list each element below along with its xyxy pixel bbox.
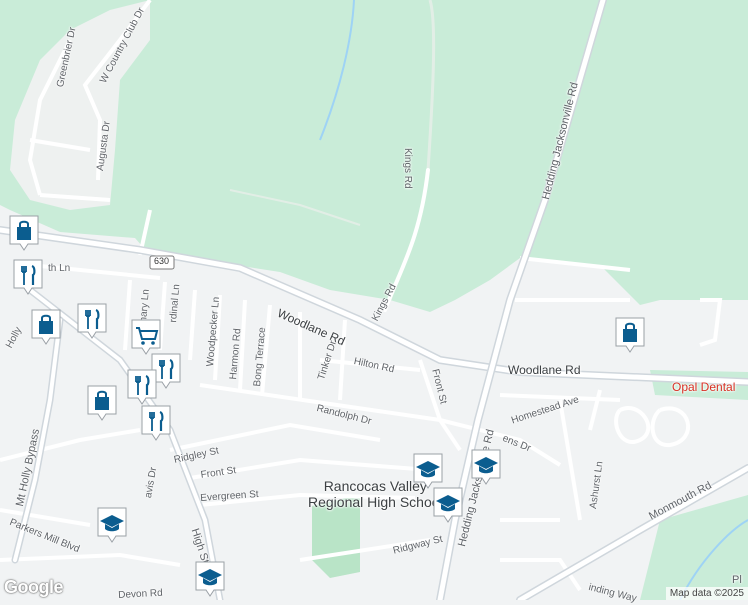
school-name-line-2: Regional High School: [308, 494, 443, 510]
opal-dental-label[interactable]: Opal Dental: [672, 380, 735, 394]
road-label-devon-rd: Devon Rd: [118, 587, 163, 601]
shopping-marker[interactable]: [614, 316, 646, 356]
restaurant-icon: [77, 303, 107, 339]
shopping-marker[interactable]: [86, 384, 118, 424]
shopping-bag-icon: [615, 317, 645, 353]
road-label-woodlane-rd-2: Woodlane Rd: [508, 363, 581, 377]
shopping-cart-icon: [131, 319, 161, 355]
restaurant-icon: [141, 405, 171, 441]
school-icon: [433, 487, 463, 523]
restaurant-marker[interactable]: [12, 258, 44, 298]
school-marker[interactable]: [96, 506, 128, 546]
shopping-bag-icon: [31, 309, 61, 345]
shopping-bag-icon: [9, 215, 39, 251]
road-label-kings-rd-1: Kings Rd: [402, 148, 413, 189]
school-marker[interactable]: [194, 560, 226, 600]
google-logo[interactable]: Google: [4, 577, 64, 598]
grocery-marker[interactable]: [130, 318, 162, 358]
shopping-marker[interactable]: [8, 214, 40, 254]
school-icon: [471, 449, 501, 485]
restaurant-marker[interactable]: [140, 404, 172, 444]
restaurant-icon: [13, 259, 43, 295]
shopping-marker[interactable]: [30, 308, 62, 348]
restaurant-marker[interactable]: [76, 302, 108, 342]
school-icon: [195, 561, 225, 597]
school-marker[interactable]: [432, 486, 464, 526]
road-label-th-ln: th Ln: [48, 263, 71, 274]
school-marker[interactable]: [470, 448, 502, 488]
shopping-bag-icon: [87, 385, 117, 421]
school-icon: [97, 507, 127, 543]
route-shield-label: 630: [154, 256, 170, 266]
restaurant-marker[interactable]: [126, 368, 158, 408]
partial-place-label: Pl: [732, 574, 742, 586]
restaurant-icon: [127, 369, 157, 405]
map-attribution[interactable]: Map data ©2025: [665, 587, 748, 600]
